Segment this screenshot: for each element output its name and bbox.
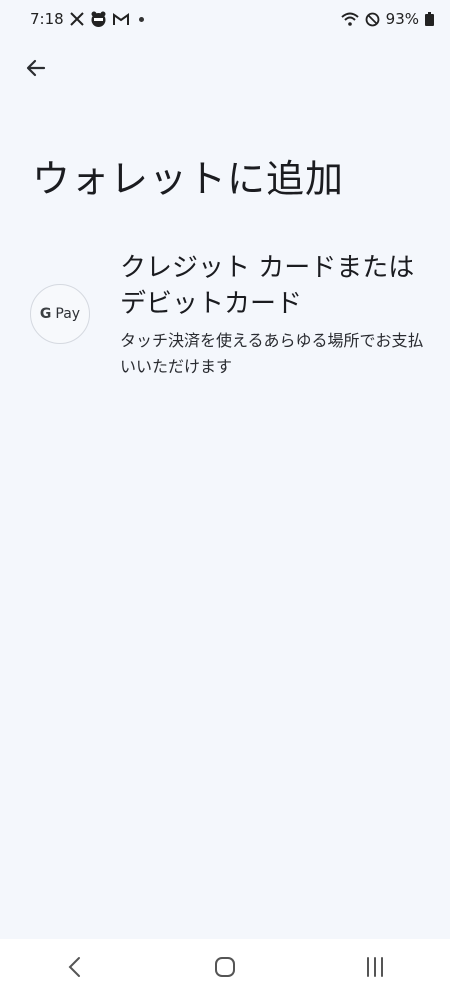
- battery-icon: [425, 10, 434, 28]
- x-icon: [69, 10, 84, 28]
- arrow-back-icon: [24, 56, 48, 84]
- navigation-bar: [0, 939, 450, 999]
- page-title: ウォレットに追加: [32, 157, 345, 201]
- screen: 7:18 93% ウォレットに追加 G Pay クレジット カードまたはデビット…: [0, 0, 450, 999]
- google-g-icon: G: [39, 306, 52, 322]
- option-description: タッチ決済を使えるあらゆる場所でお支払いいただけます: [120, 331, 424, 376]
- option-title: クレジット カードまたはデビットカード: [120, 253, 415, 319]
- nav-home-button[interactable]: [195, 947, 255, 991]
- nav-back-button[interactable]: [45, 947, 105, 991]
- pay-text: Pay: [55, 306, 81, 322]
- app-badge-icon: [90, 10, 107, 28]
- back-nav-icon: [67, 956, 83, 982]
- status-left: 7:18: [30, 10, 144, 28]
- recents-nav-icon: [364, 957, 386, 981]
- home-nav-icon: [214, 956, 236, 982]
- add-card-option[interactable]: G Pay クレジット カードまたはデビットカード タッチ決済を使えるあらゆる場…: [0, 240, 450, 390]
- gmail-icon: [112, 10, 129, 28]
- status-right: 93%: [340, 10, 434, 28]
- back-button[interactable]: [16, 50, 56, 90]
- nav-recents-button[interactable]: [345, 947, 405, 991]
- google-pay-logo: G Pay: [30, 284, 90, 344]
- status-bar: 7:18 93%: [0, 0, 450, 38]
- wifi-icon: [340, 10, 359, 28]
- battery-percent: 93%: [385, 10, 419, 28]
- status-time: 7:18: [30, 10, 64, 28]
- do-not-disturb-icon: [365, 10, 380, 28]
- notification-dot: [138, 16, 144, 22]
